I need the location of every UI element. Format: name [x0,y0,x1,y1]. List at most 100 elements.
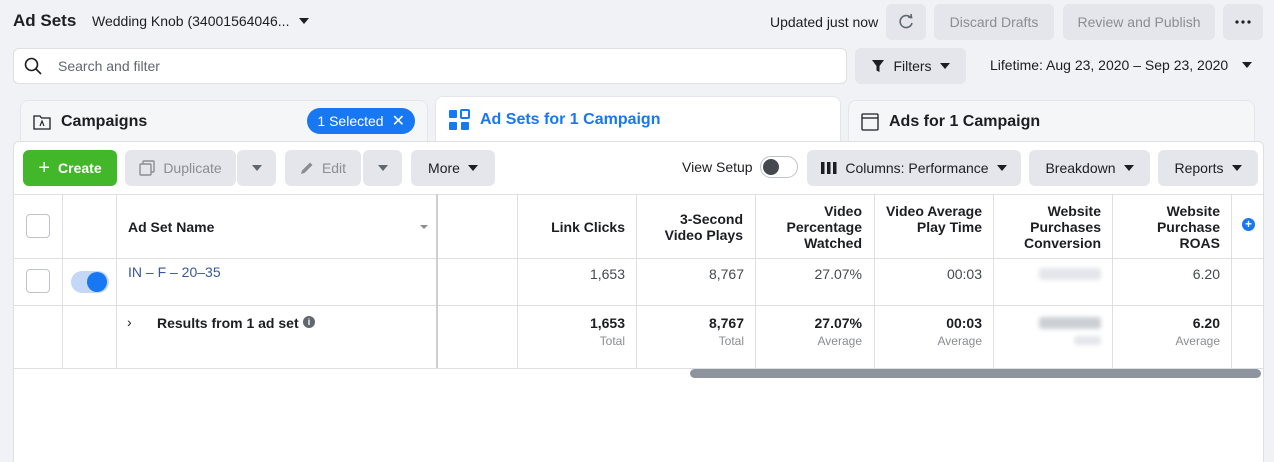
tab-ad-sets-label: Ad Sets for 1 Campaign [480,110,661,128]
filters-label: Filters [893,58,932,74]
ad-set-name-link[interactable]: IN – F – 20–35 [128,264,221,280]
close-icon[interactable]: ✕ [392,111,405,131]
create-button[interactable]: + Create [23,150,117,186]
divider [755,194,756,368]
search-input[interactable] [58,58,758,74]
results-website-roas-sub: Average [1175,334,1220,348]
results-video-avg-time: 00:03 [946,315,982,331]
filter-icon [872,60,885,72]
info-icon[interactable]: i [303,316,315,328]
divider [14,258,1263,259]
divider [517,194,518,368]
horizontal-scrollbar[interactable] [690,369,1261,378]
ad-icon [861,112,879,131]
redacted-value [1074,336,1101,345]
review-publish-button[interactable]: Review and Publish [1063,4,1215,40]
toggle-knob [87,272,107,292]
column-header-website-conversion[interactable]: Website Purchases Conversion [1006,203,1101,251]
redacted-value [1039,268,1101,280]
duplicate-button[interactable]: Duplicate [125,150,236,186]
results-video-plays: 8,767 [708,315,744,331]
view-setup-label: View Setup [682,159,753,175]
column-header-video-avg-time[interactable]: Video Average Play Time [886,203,982,235]
ellipsis-icon [1235,20,1251,24]
results-video-avg-time-sub: Average [937,334,982,348]
more-label: More [428,160,460,176]
cell-website-roas: 6.20 [1192,266,1220,282]
column-header-video-percentage[interactable]: Video Percentage Watched [770,203,862,251]
refresh-button[interactable] [886,4,926,40]
chevron-down-icon [377,165,388,171]
search-bar[interactable] [13,48,847,84]
results-video-percentage-sub: Average [817,334,862,348]
view-setup-toggle[interactable] [760,156,798,178]
chevron-down-icon [1231,165,1242,171]
duplicate-dropdown-button[interactable] [237,150,276,186]
divider [993,194,994,368]
pencil-icon [300,162,313,174]
edit-dropdown-button[interactable] [363,150,402,186]
account-name: Wedding Knob (34001564046... [92,13,290,29]
divider [874,194,875,368]
chevron-down-icon [299,18,310,24]
chevron-down-icon [251,165,262,171]
grid-icon [449,108,470,130]
date-range-picker[interactable]: Lifetime: Aug 23, 2020 – Sep 23, 2020 [990,57,1253,73]
add-column-icon[interactable]: + [1242,218,1255,231]
discard-drafts-button[interactable]: Discard Drafts [934,4,1054,40]
create-label: Create [58,160,102,176]
column-header-website-roas[interactable]: Website Purchase ROAS [1130,203,1220,251]
tab-ads-label: Ads for 1 Campaign [889,112,1041,130]
row-checkbox[interactable] [26,269,50,293]
chevron-right-icon[interactable]: › [127,314,132,330]
folder-icon [33,114,51,130]
divider [1231,194,1232,368]
divider [636,194,637,368]
toggle-knob [763,159,779,175]
filters-button[interactable]: Filters [855,48,966,84]
reports-button[interactable]: Reports [1158,150,1258,186]
columns-icon [821,162,837,174]
more-button[interactable]: More [411,150,495,186]
divider [62,194,63,368]
results-label: Results from 1 ad set [157,315,299,331]
sort-icon[interactable] [420,225,428,229]
selected-badge[interactable]: 1 Selected ✕ [307,108,415,134]
breakdown-button[interactable]: Breakdown [1029,150,1150,186]
edit-label: Edit [321,160,347,176]
columns-button[interactable]: Columns: Performance [807,150,1021,186]
page-title: Ad Sets [13,11,77,30]
updated-status: Updated just now [770,14,879,30]
redacted-value [1039,317,1101,329]
select-all-checkbox[interactable] [26,214,50,238]
ad-set-toggle[interactable] [71,271,109,293]
chevron-down-icon [1123,165,1134,171]
column-header-link-clicks[interactable]: Link Clicks [527,219,625,235]
chevron-down-icon [939,63,950,69]
chevron-down-icon [1242,62,1253,68]
column-header-video-plays[interactable]: 3-Second Video Plays [654,211,743,243]
duplicate-icon [139,160,156,176]
chevron-down-icon [996,165,1007,171]
tab-campaigns[interactable]: Campaigns 1 Selected ✕ [20,100,428,142]
divider [1112,194,1113,368]
reports-label: Reports [1174,160,1224,176]
divider [436,194,438,368]
results-website-roas: 6.20 [1192,315,1220,331]
cell-video-percentage: 27.07% [814,266,862,282]
results-link-clicks: 1,653 [589,315,625,331]
account-selector[interactable]: Wedding Knob (34001564046... [92,13,310,29]
edit-button[interactable]: Edit [285,150,361,186]
tab-ad-sets[interactable]: Ad Sets for 1 Campaign [435,96,841,142]
ad-sets-panel: + Create Duplicate Edit More View Setup … [13,141,1264,462]
tab-ads[interactable]: Ads for 1 Campaign [848,100,1255,142]
cell-link-clicks: 1,653 [589,266,625,282]
plus-icon: + [38,156,51,179]
divider [116,194,117,368]
more-options-button[interactable] [1223,4,1263,40]
tab-campaigns-label: Campaigns [61,112,148,130]
divider [14,194,1263,195]
column-header-name[interactable]: Ad Set Name [128,219,214,235]
search-icon [24,57,42,75]
duplicate-label: Duplicate [163,160,222,176]
